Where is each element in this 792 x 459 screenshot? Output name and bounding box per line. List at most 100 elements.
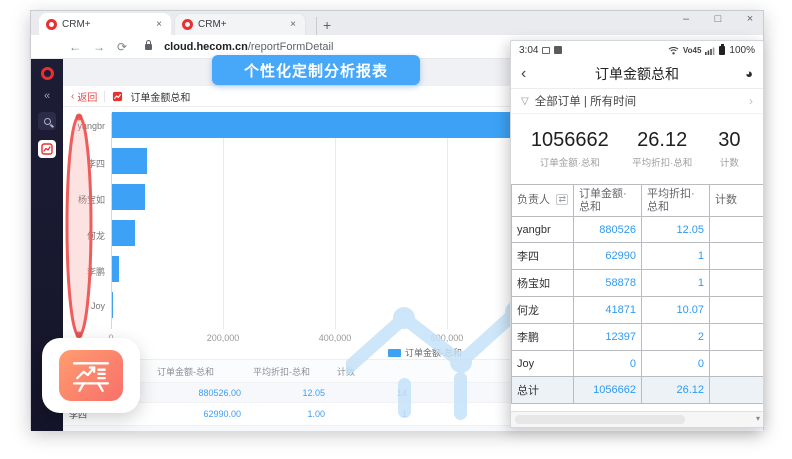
pie-chart-icon[interactable]: ◕ [733,66,753,81]
owner-cell: yangbr [512,217,574,243]
bar[interactable] [112,256,119,282]
new-tab-button[interactable]: + [316,17,337,35]
tab-strip: CRM+ × CRM+ × + – □ × [31,11,763,35]
hecom-logo-icon [41,67,54,80]
value-cell: 880526.00 [151,383,247,403]
value-cell [710,351,764,377]
bar[interactable] [112,184,145,210]
value-cell [710,297,764,324]
battery-percent: 100% [729,45,755,56]
value-cell: 1 [642,243,710,270]
value-cell: 12397 [574,324,642,351]
phone-table-row[interactable]: 杨宝如588781 [512,270,764,297]
reload-icon[interactable]: ⟳ [117,40,127,54]
owner-cell: 李鹏 [512,324,574,351]
presentation-board-icon [59,350,123,401]
tab-close-icon[interactable]: × [288,19,298,30]
bar[interactable] [112,292,113,318]
gridline [335,113,336,329]
phone-total-row[interactable]: 总计105666226.12 [512,377,764,404]
phone-table-row[interactable]: 李鹏123972 [512,324,764,351]
bar[interactable] [112,220,135,246]
phone-table-row[interactable]: yangbr88052612.05 [512,217,764,243]
value-cell [710,377,764,404]
report-doc-icon [112,91,123,102]
crm-logo-icon [182,19,193,30]
value-cell: 58878.00 [151,426,247,432]
phone-table-body: 负责人⇄订单金额·总和平均折扣·总和计数yangbr88052612.05李四6… [512,185,764,404]
value-cell: 62990 [574,243,642,270]
collapse-sidebar-icon[interactable]: « [44,90,50,102]
bar[interactable] [112,148,147,174]
close-button[interactable]: × [741,13,759,25]
value-cell: 0 [642,351,710,377]
phone-table-row[interactable]: 何龙4187110.07 [512,297,764,324]
header-cell: 订单金额-总和 [151,360,247,383]
tab-title: CRM+ [62,19,149,30]
phone-table-header-row: 负责人⇄订单金额·总和平均折扣·总和计数 [512,185,764,217]
value-cell: 1.00 [247,403,331,426]
search-icon [44,118,51,125]
column-sort-icon[interactable]: ⇄ [556,194,568,205]
stat-avg-discount: 26.12 平均折扣·总和 [623,129,702,169]
volte-indicator: Vo45 [683,46,702,55]
value-cell: 1 [331,426,413,432]
phone-header-cell: 订单金额·总和 [574,185,642,217]
header-cell: 平均折扣-总和 [247,360,331,383]
notification-image-icon [542,47,550,54]
battery-icon [719,46,725,55]
tab-crm-1[interactable]: CRM+ × [39,13,171,35]
wifi-icon [668,46,679,55]
report-title: 订单金额总和 [130,89,190,104]
value-cell: 41871 [574,297,642,324]
owner-cell: Joy [512,351,574,377]
lock-icon [145,44,152,50]
value-cell [710,243,764,270]
minimize-button[interactable]: – [677,13,695,25]
scroll-arrow-icon: ▾ [756,414,760,423]
value-cell [710,324,764,351]
gridline [223,113,224,329]
tab-close-icon[interactable]: × [154,19,164,30]
phone-scrollbar[interactable]: ▾ [511,411,763,427]
sidebar-search-button[interactable] [38,112,56,130]
scrollbar-thumb[interactable] [515,415,685,424]
value-cell: 2 [642,324,710,351]
value-cell: 1056662 [574,377,642,404]
filter-funnel-icon: ▽ [521,96,529,107]
value-cell: 1.00 [247,426,331,432]
value-cell: 26.12 [642,377,710,404]
back-chevron-icon: ‹ [71,91,74,102]
phone-page-title: 订单金额总和 [541,64,733,84]
back-link[interactable]: ‹返回 [71,89,97,104]
phone-time: 3:04 [519,45,538,56]
value-cell: 12.05 [642,217,710,243]
report-shortcut-card[interactable] [42,338,140,413]
forward-nav-icon[interactable]: → [93,40,105,54]
tab-title: CRM+ [198,19,283,30]
phone-data-table: 负责人⇄订单金额·总和平均折扣·总和计数yangbr88052612.05李四6… [511,184,764,404]
url-field[interactable]: cloud.hecom.cn/reportFormDetail [164,41,333,53]
filter-text: 全部订单 | 所有时间 [535,93,636,109]
value-cell [710,217,764,243]
name-cell: 杨宝如 [63,426,151,432]
value-cell: 10.07 [642,297,710,324]
phone-back-icon[interactable]: ‹ [521,65,541,83]
phone-filter-row[interactable]: ▽ 全部订单 | 所有时间 › [511,89,763,114]
phone-table-row[interactable]: Joy00 [512,351,764,377]
chevron-right-icon: › [749,94,753,108]
phone-header-cell: 平均折扣·总和 [642,185,710,217]
phone-preview-panel: 3:04 Vo45 100% ‹ 订单金额总和 ◕ ▽ 全部订单 | 所有时间 … [510,40,764,428]
phone-nav-bar: ‹ 订单金额总和 ◕ [511,59,763,89]
phone-table-row[interactable]: 李四629901 [512,243,764,270]
stat-count: 30 计数 [702,129,757,169]
back-nav-icon[interactable]: ← [69,40,81,54]
phone-header-cell: 负责人⇄ [512,185,574,217]
sidebar-item-report[interactable] [38,140,56,158]
tab-crm-2[interactable]: CRM+ × [174,13,306,35]
value-cell: 12.05 [247,383,331,403]
maximize-button[interactable]: □ [709,13,727,25]
phone-summary-stats: 1056662 订单金额·总和 26.12 平均折扣·总和 30 计数 [511,114,763,184]
signal-icon [705,46,715,55]
phone-status-bar: 3:04 Vo45 100% [511,41,763,59]
